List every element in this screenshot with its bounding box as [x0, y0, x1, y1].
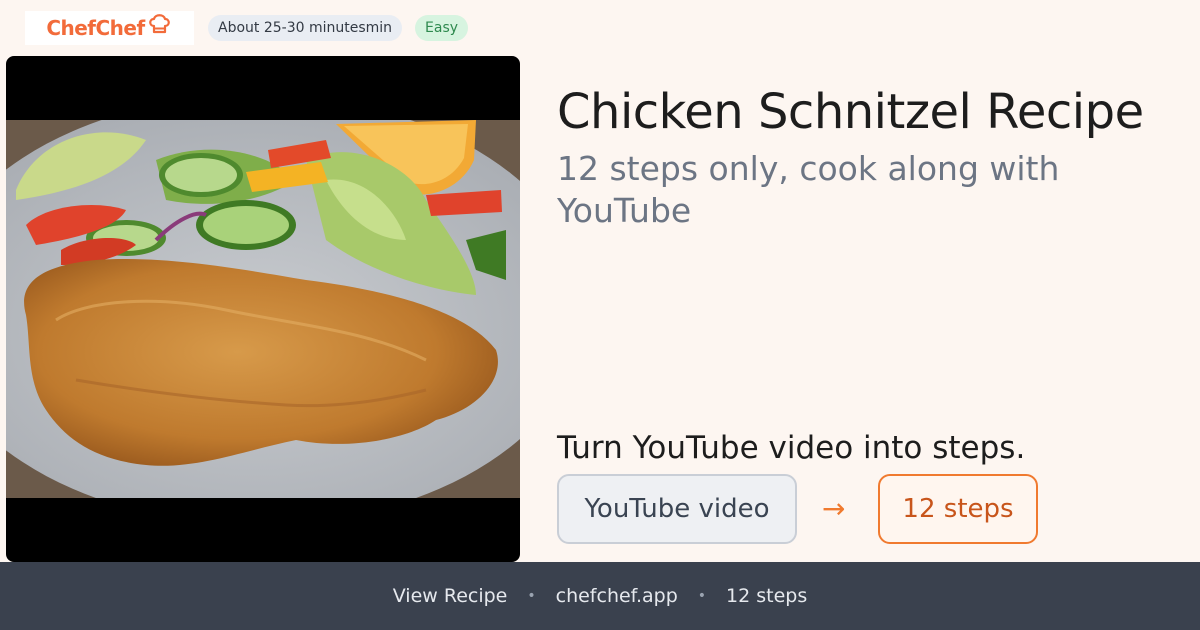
youtube-video-button[interactable]: YouTube video — [557, 474, 797, 544]
recipe-subtitle: 12 steps only, cook along with YouTube — [557, 149, 1060, 230]
steps-count: 12 steps — [726, 585, 808, 607]
recipe-title: Chicken Schnitzel Recipe — [557, 84, 1144, 140]
header: ChefChef About 25-30 minutesmin Easy — [25, 10, 469, 46]
chefchef-logo[interactable]: ChefChef — [25, 11, 194, 45]
schnitzel-image — [6, 120, 520, 498]
site-link[interactable]: chefchef.app — [556, 585, 678, 607]
arrow-right-icon: → — [822, 492, 846, 525]
footer-separator: • — [527, 588, 536, 604]
footer-bar: View Recipe • chefchef.app • 12 steps — [0, 562, 1200, 630]
difficulty-badge: Easy — [415, 15, 469, 41]
footer-separator: • — [697, 588, 707, 604]
view-recipe-link[interactable]: View Recipe — [393, 585, 508, 607]
promo-text: Turn YouTube video into steps. — [557, 430, 1026, 466]
recipe-photo — [6, 56, 520, 562]
brand-name: ChefChef — [46, 16, 145, 40]
steps-button[interactable]: 12 steps — [878, 474, 1038, 544]
cook-time-badge: About 25-30 minutesmin — [208, 15, 403, 41]
chef-hat-icon — [148, 14, 170, 34]
